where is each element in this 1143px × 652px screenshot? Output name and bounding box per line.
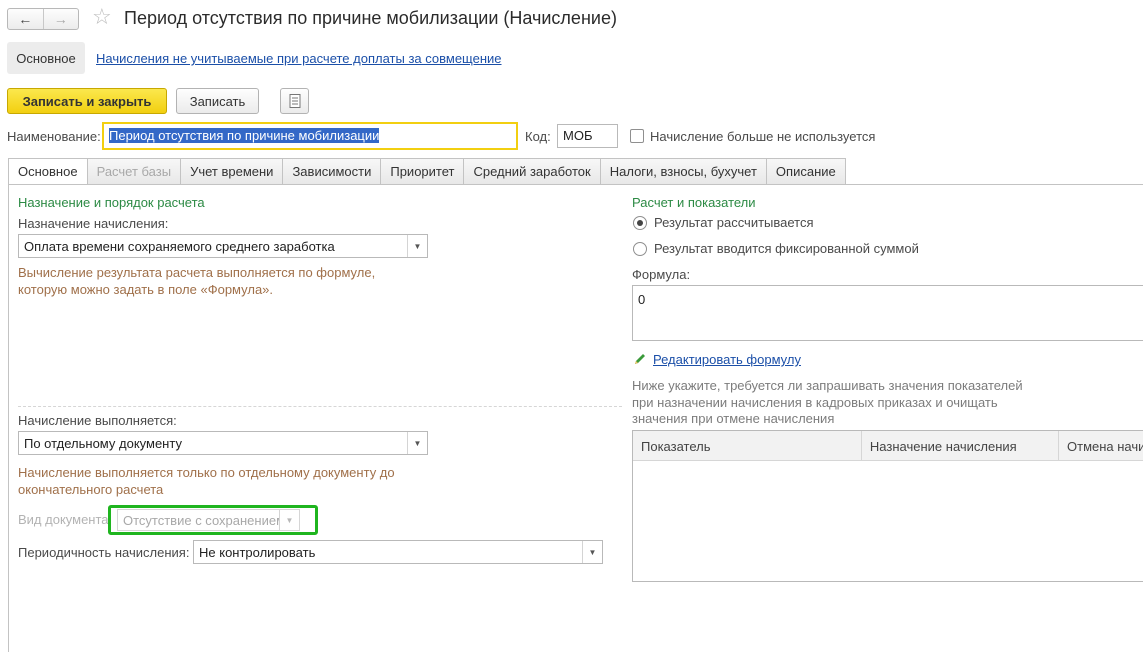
column-indicator[interactable]: Показатель — [633, 431, 862, 461]
doc-type-value: Отсутствие с сохранением — [123, 513, 286, 528]
tab-time-accounting[interactable]: Учет времени — [181, 158, 284, 185]
performed-label: Начисление выполняется: — [18, 413, 177, 428]
table-header: Показатель Назначение начисления Отмена … — [633, 431, 1143, 461]
radio-calculated[interactable] — [633, 216, 647, 230]
save-and-close-button[interactable]: Записать и закрыть — [7, 88, 167, 114]
forward-arrow-icon[interactable]: → — [42, 9, 79, 29]
indicators-note-line-2: при назначении начисления в кадровых при… — [632, 395, 998, 410]
code-field[interactable]: МОБ — [557, 124, 618, 148]
tab-dependencies[interactable]: Зависимости — [283, 158, 382, 185]
tab-panel-border — [8, 184, 1143, 185]
column-cancellation[interactable]: Отмена начи — [1059, 431, 1143, 461]
purpose-group-title: Назначение и порядок расчета — [18, 195, 205, 210]
radio-calculated-label: Результат рассчитывается — [654, 215, 814, 230]
periodicity-select[interactable]: Не контролировать ▼ — [193, 540, 603, 564]
purpose-select[interactable]: Оплата времени сохраняемого среднего зар… — [18, 234, 428, 258]
separator — [18, 406, 622, 407]
indicators-note-line-1: Ниже укажите, требуется ли запрашивать з… — [632, 378, 1023, 393]
performed-hint-line-1: Начисление выполняется только по отдельн… — [18, 465, 395, 480]
purpose-value: Оплата времени сохраняемого среднего зар… — [24, 239, 335, 254]
formula-field[interactable]: 0 — [632, 285, 1143, 341]
doc-type-label: Вид документа: — [18, 512, 113, 527]
dropdown-arrow-icon: ▼ — [279, 510, 299, 530]
performed-hint-line-2: окончательного расчета — [18, 482, 164, 497]
pencil-icon — [635, 354, 645, 364]
document-menu-button[interactable] — [280, 88, 309, 114]
name-label: Наименование: — [7, 129, 101, 144]
radio-fixed-label: Результат вводится фиксированной суммой — [654, 241, 919, 256]
not-used-label: Начисление больше не используется — [650, 129, 876, 144]
radio-fixed[interactable] — [633, 242, 647, 256]
window-title: Период отсутствия по причине мобилизации… — [124, 8, 617, 28]
periodicity-value: Не контролировать — [199, 545, 316, 560]
name-field[interactable]: Период отсутствия по причине мобилизации — [102, 122, 518, 150]
tab-priority[interactable]: Приоритет — [381, 158, 465, 185]
doc-type-select: Отсутствие с сохранением ▼ — [117, 509, 300, 531]
calculation-group-title: Расчет и показатели — [632, 195, 756, 210]
back-arrow-icon[interactable]: ← — [8, 9, 43, 29]
formula-label: Формула: — [632, 267, 691, 282]
indicators-note-line-3: значения при отмене начисления — [632, 411, 835, 426]
tab-panel-left-border — [8, 184, 9, 652]
periodicity-label: Периодичность начисления: — [18, 545, 190, 560]
favorite-star-icon[interactable]: ☆ — [92, 6, 112, 28]
name-field-value: Период отсутствия по причине мобилизации — [109, 128, 380, 143]
code-label: Код: — [525, 129, 551, 144]
tab-strip: Основное Расчет базы Учет времени Зависи… — [8, 158, 846, 185]
column-assignment[interactable]: Назначение начисления — [862, 431, 1059, 461]
navigation-buttons: ← → — [7, 8, 79, 30]
performed-value: По отдельному документу — [24, 436, 182, 451]
tab-average-earnings[interactable]: Средний заработок — [464, 158, 601, 185]
tab-taxes[interactable]: Налоги, взносы, бухучет — [600, 158, 767, 185]
dropdown-arrow-icon[interactable]: ▼ — [407, 432, 427, 454]
document-list-icon — [289, 94, 300, 108]
not-used-checkbox[interactable] — [630, 129, 644, 143]
purpose-hint-line-1: Вычисление результата расчета выполняетс… — [18, 265, 376, 280]
tab-main[interactable]: Основное — [8, 158, 88, 185]
purpose-label: Назначение начисления: — [18, 216, 169, 231]
save-button[interactable]: Записать — [176, 88, 259, 114]
indicators-table[interactable]: Показатель Назначение начисления Отмена … — [632, 430, 1143, 582]
section-link-accruals-excluded[interactable]: Начисления не учитываемые при расчете до… — [96, 51, 502, 66]
purpose-hint-line-2: которую можно задать в поле «Формула». — [18, 282, 274, 297]
dropdown-arrow-icon[interactable]: ▼ — [582, 541, 602, 563]
tab-base-calculation[interactable]: Расчет базы — [87, 158, 182, 185]
edit-formula-link[interactable]: Редактировать формулу — [653, 352, 801, 367]
tab-description[interactable]: Описание — [766, 158, 846, 185]
dropdown-arrow-icon[interactable]: ▼ — [407, 235, 427, 257]
section-main[interactable]: Основное — [7, 42, 85, 74]
performed-select[interactable]: По отдельному документу ▼ — [18, 431, 428, 455]
